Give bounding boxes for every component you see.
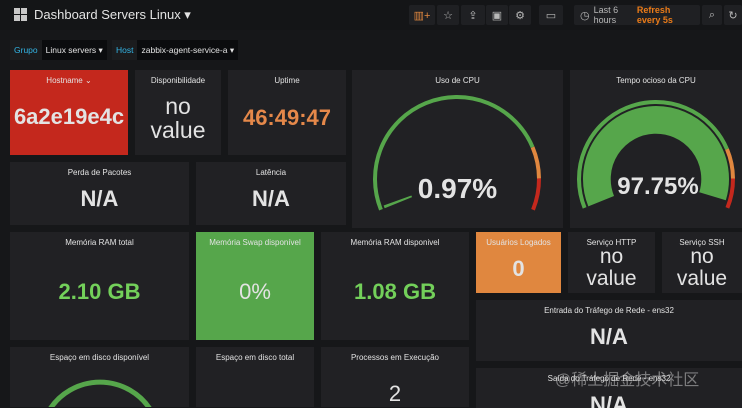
panel-ram-total: Memória RAM total 2.10 GB [10, 232, 189, 340]
panel-ram-disponivel: Memória RAM disponivel 1.08 GB [321, 232, 469, 340]
share-icon[interactable]: ⇪ [461, 5, 485, 25]
panel-uptime: Uptime 46:49:47 [228, 70, 346, 155]
panel-processos: Processos em Execução 2 [321, 347, 469, 407]
latencia-value: N/A [252, 186, 290, 211]
ram-total-value: 2.10 GB [58, 279, 141, 304]
ram-disp-value: 1.08 GB [354, 279, 436, 304]
cpu-idle-gauge [577, 100, 735, 209]
panel-title[interactable]: Hostname ⌄ [10, 76, 128, 85]
disk-gauge-arc [48, 379, 152, 407]
variable-host: Host zabbix-agent-service-a ▾ [112, 40, 239, 60]
time-picker-button[interactable]: ◷ Last 6 hours Refresh every 5s [574, 5, 700, 25]
refresh-icon[interactable]: ↻ [724, 5, 742, 25]
ssh-value: no value [676, 245, 728, 290]
panel-cpu-idle: Tempo ocioso da CPU 97.75% [570, 70, 742, 228]
panel-swap: Memória Swap disponível 0% [196, 232, 314, 340]
panel-title[interactable]: Memória RAM disponivel [321, 238, 469, 247]
entrada-value: N/A [590, 324, 628, 349]
top-navbar: Dashboard Servers Linux ▾ ▥+ ☆ ⇪ ▣ ⚙ ▭ ◷… [0, 0, 742, 30]
processos-value: 2 [388, 381, 402, 406]
panel-hostname: Hostname ⌄ 6a2e19e4c [10, 70, 128, 155]
panel-cpu-usage: Uso de CPU 0.97% [352, 70, 563, 228]
panel-title[interactable]: Entrada do Tráfego de Rede - ens32 [476, 306, 742, 315]
disponibilidade-value: no value [150, 93, 206, 143]
panel-http: Serviço HTTP no value [568, 232, 655, 293]
panel-perda-pacotes: Perda de Pacotes N/A [10, 162, 189, 225]
panel-title[interactable]: Usuários Logados [476, 238, 561, 247]
http-value: no value [586, 245, 637, 290]
search-icon[interactable]: ⌕ [702, 5, 722, 25]
panel-title[interactable]: Espaço em disco total [196, 353, 314, 362]
panel-disponibilidade: Disponibilidade no value [135, 70, 221, 155]
panel-title[interactable]: Processos em Execução [321, 353, 469, 362]
cpu-value: 0.97% [417, 173, 498, 204]
hostname-value: 6a2e19e4c [13, 104, 125, 129]
watermark: @稀土掘金技术社区 [555, 372, 700, 389]
gear-icon[interactable]: ⚙ [509, 5, 531, 25]
add-panel-icon[interactable]: ▥+ [409, 5, 435, 25]
panel-latencia: Latência N/A [196, 162, 346, 225]
dashboards-grid-icon[interactable] [14, 8, 27, 21]
save-icon[interactable]: ▣ [486, 5, 508, 25]
refresh-interval-label: Refresh every 5s [636, 5, 673, 25]
perda-value: N/A [80, 186, 119, 211]
swap-value: 0% [239, 279, 271, 304]
panel-title[interactable]: Uptime [228, 76, 346, 85]
clock-icon: ◷ [580, 9, 590, 22]
panel-title[interactable]: Disponibilidade [135, 76, 221, 85]
idle-value: 97.75% [617, 173, 699, 200]
panel-title[interactable]: Memória RAM total [10, 238, 189, 247]
panel-disco-total: Espaço em disco total [196, 347, 314, 407]
panel-title[interactable]: Memória Swap disponível [196, 238, 314, 247]
variable-label: Host [112, 40, 138, 60]
panel-disco-disponivel: Espaço em disco disponível [10, 347, 189, 407]
variable-label: Grupo [10, 40, 42, 60]
variable-grupo: Grupo Linux servers ▾ [10, 40, 107, 60]
host-select[interactable]: zabbix-agent-service-a ▾ [137, 40, 239, 60]
panel-usuarios: Usuários Logados 0 [476, 232, 561, 293]
grupo-select[interactable]: Linux servers ▾ [41, 40, 107, 60]
tv-mode-icon[interactable]: ▭ [539, 5, 563, 25]
star-icon[interactable]: ☆ [437, 5, 459, 25]
uptime-value: 46:49:47 [242, 105, 332, 130]
panel-title[interactable]: Perda de Pacotes [10, 168, 189, 177]
time-range-label: Last 6 hours [593, 5, 619, 25]
dashboard-title[interactable]: Dashboard Servers Linux ▾ [34, 7, 191, 23]
usuarios-value: 0 [512, 256, 525, 281]
panel-ssh: Serviço SSH no value [662, 232, 742, 293]
panel-entrada-rede: Entrada do Tráfego de Rede - ens32 N/A [476, 300, 742, 361]
panel-title[interactable]: Latência [196, 168, 346, 177]
disk-gauge [48, 379, 152, 407]
saida-value: N/A [590, 392, 628, 408]
